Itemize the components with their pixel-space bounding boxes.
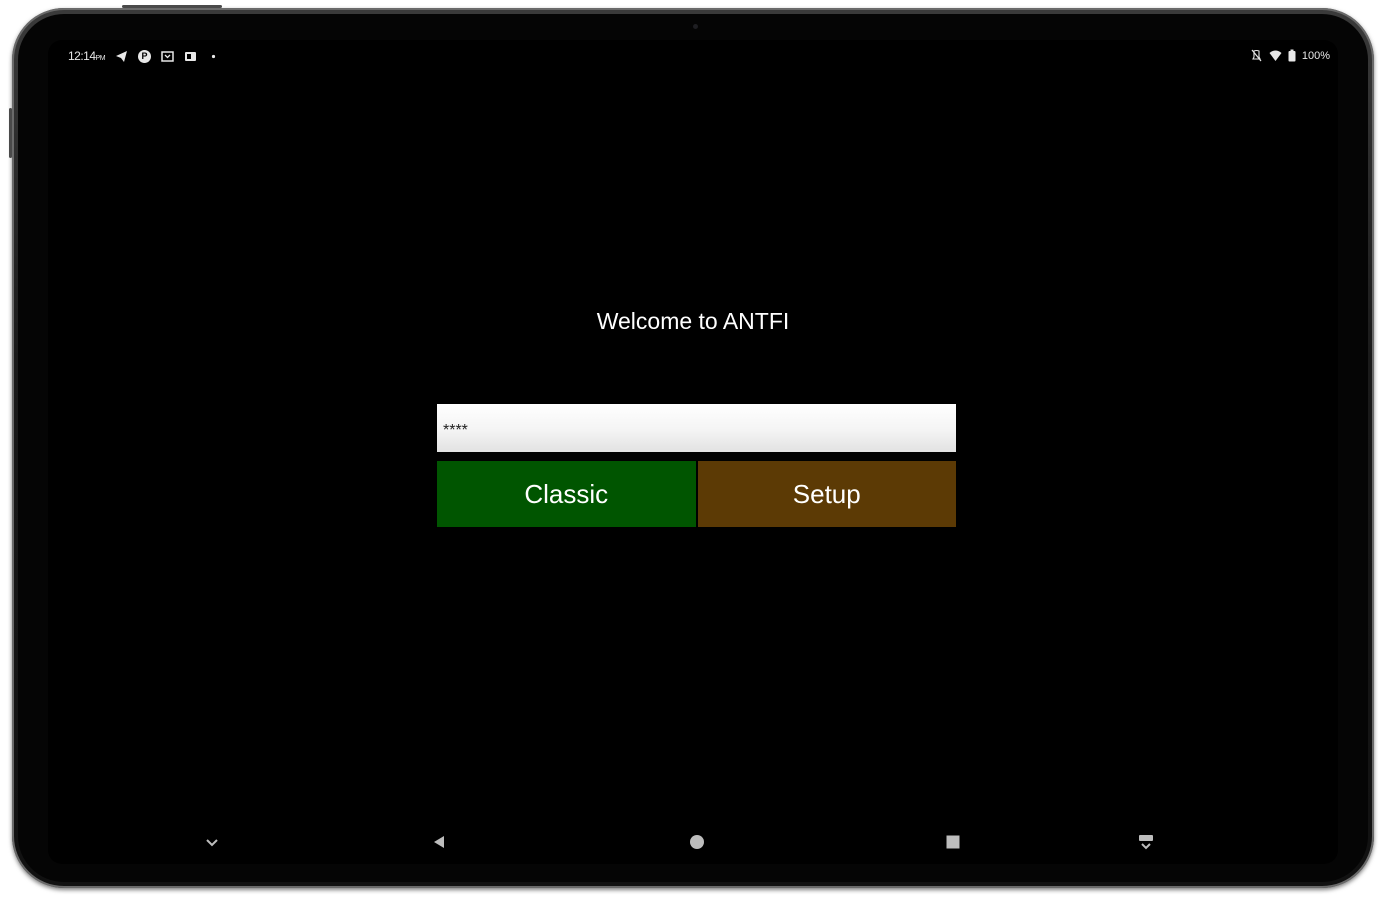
status-right: 100%	[1250, 49, 1330, 62]
recents-icon[interactable]	[941, 830, 965, 854]
tablet-frame: 12:14PM P 100% Welcome to ANTFI **** Cla…	[9, 5, 1374, 888]
volume-button	[9, 108, 12, 158]
wifi-icon	[1269, 49, 1282, 62]
dot-icon	[207, 50, 220, 63]
power-button	[122, 5, 222, 8]
pin-input[interactable]	[437, 404, 956, 452]
classic-button[interactable]: Classic	[437, 461, 698, 527]
p-app-icon: P	[138, 49, 152, 63]
screen: 12:14PM P 100% Welcome to ANTFI **** Cla…	[48, 40, 1338, 864]
status-time: 12:14PM	[68, 49, 106, 63]
back-icon[interactable]	[427, 830, 451, 854]
status-left: 12:14PM P	[68, 49, 220, 63]
battery-icon	[1288, 49, 1296, 62]
keyboard-switch-icon[interactable]	[1134, 830, 1158, 854]
navigation-bar	[48, 824, 1338, 864]
button-row: Classic Setup	[437, 461, 956, 527]
setup-button[interactable]: Setup	[697, 461, 956, 527]
mute-icon	[1250, 49, 1263, 62]
home-icon[interactable]	[685, 830, 709, 854]
battery-percentage: 100%	[1301, 49, 1330, 62]
cast-icon	[161, 50, 174, 63]
telegram-icon	[115, 50, 128, 63]
time-value: 12:14	[68, 49, 96, 63]
camera-icon	[693, 24, 698, 29]
time-ampm: PM	[95, 55, 106, 62]
screenshot-icon	[184, 50, 197, 63]
collapse-icon[interactable]	[200, 830, 224, 854]
status-bar: 12:14PM P 100%	[48, 40, 1338, 72]
welcome-title: Welcome to ANTFI	[596, 308, 790, 334]
